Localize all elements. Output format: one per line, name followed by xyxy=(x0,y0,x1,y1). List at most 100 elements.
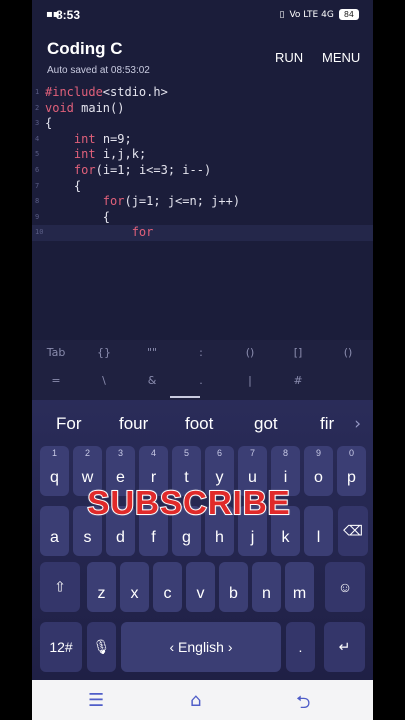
symbol-key[interactable]: {} xyxy=(90,346,118,359)
autosave-status: Auto saved at 08:53:02 xyxy=(47,65,150,76)
code-line[interactable]: 4 int n=9; xyxy=(32,132,373,148)
key-c[interactable]: c xyxy=(153,562,182,612)
key-hint: 8 xyxy=(282,448,288,458)
symbol-key[interactable]: "" xyxy=(138,346,166,359)
chevron-right-icon: › xyxy=(227,639,233,655)
line-number: 1 xyxy=(35,88,40,96)
status-bar: ▪▪ 8:53 ▯ Vo LTE 4G 84 xyxy=(32,0,373,30)
code-line[interactable]: 6 for(i=1; i<=3; i--) xyxy=(32,163,373,179)
key-n[interactable]: n xyxy=(252,562,281,612)
suggestion[interactable]: four xyxy=(119,414,148,434)
key-p[interactable]: 0p xyxy=(337,446,366,496)
suggestion[interactable]: got xyxy=(254,414,278,434)
key-x[interactable]: x xyxy=(120,562,149,612)
code-line[interactable]: 9 { xyxy=(32,210,373,226)
suggestion[interactable]: fir xyxy=(320,414,334,434)
key-label: g xyxy=(182,529,191,546)
navigation-bar: ☰ ⌂ ⮌ xyxy=(32,680,373,720)
code-line[interactable]: 2 void main() xyxy=(32,101,373,117)
code-text: int n=9; xyxy=(73,131,132,146)
key-label: s xyxy=(83,529,92,546)
line-number: 9 xyxy=(35,212,40,221)
code-text: void main() xyxy=(45,100,125,115)
code-editor[interactable]: 1 #include<stdio.h> 2 void main() 3{4 int n=… xyxy=(32,84,373,340)
key-label: k xyxy=(281,529,290,546)
numbers-label: 12# xyxy=(49,639,73,655)
key-m[interactable]: m xyxy=(285,562,314,612)
line-number: 4 xyxy=(35,134,40,143)
line-number: 6 xyxy=(35,166,40,174)
emoji-key[interactable]: ☺ xyxy=(325,562,365,612)
key-b[interactable]: b xyxy=(219,562,248,612)
menu-button[interactable]: MENU xyxy=(322,50,360,65)
key-label: z xyxy=(97,585,106,602)
period-key[interactable]: . xyxy=(286,622,315,672)
key-hint: 7 xyxy=(249,448,255,458)
code-line[interactable]: 8 for(j=1; j<=n; j++) xyxy=(32,194,373,210)
network-label: Vo LTE 4G xyxy=(289,9,334,20)
key-label: c xyxy=(163,585,172,602)
suggestion[interactable]: foot xyxy=(185,414,213,434)
space-key[interactable]: ‹ English › xyxy=(121,622,281,672)
symbol-key[interactable]: | xyxy=(236,374,264,387)
key-label: j xyxy=(250,529,255,546)
home-icon[interactable]: ⌂ xyxy=(190,690,201,711)
code-text: { xyxy=(45,116,53,131)
key-v[interactable]: v xyxy=(186,562,215,612)
symbol-key[interactable]: # xyxy=(284,374,312,387)
key-hint: 3 xyxy=(117,448,123,458)
line-number: 5 xyxy=(35,150,40,159)
numbers-key[interactable]: 12# xyxy=(40,622,82,672)
suggestion[interactable]: For xyxy=(56,414,82,434)
key-hint: 4 xyxy=(150,448,156,458)
key-hint: 6 xyxy=(216,448,222,458)
code-text: int i,j,k; xyxy=(73,147,147,162)
key-label: l xyxy=(316,529,321,546)
keyboard: For four foot got fir › 1q2w3e4r5t6y7u8i… xyxy=(32,400,373,680)
code-text: { xyxy=(45,209,111,224)
key-hint: 2 xyxy=(84,448,90,458)
symbol-key[interactable]: & xyxy=(138,374,166,387)
code-line[interactable]: 10 for xyxy=(32,225,373,242)
symbol-key[interactable]: \ xyxy=(90,374,118,387)
symbol-key[interactable]: [] xyxy=(284,346,312,359)
shift-key[interactable]: ⇧ xyxy=(40,562,80,612)
key-label: f xyxy=(151,529,156,546)
menu-icon[interactable]: ☰ xyxy=(88,690,104,711)
subscribe-overlay: SUBSCRIBE xyxy=(86,483,291,522)
key-hint: 5 xyxy=(183,448,189,458)
key-label: v xyxy=(196,585,205,602)
code-line[interactable]: 7 { xyxy=(32,179,373,195)
code-line[interactable]: 5 int i,j,k; xyxy=(32,147,373,163)
code-line[interactable]: 3{ xyxy=(32,116,373,132)
period-label: . xyxy=(298,639,303,655)
key-z[interactable]: z xyxy=(87,562,116,612)
symbol-page-indicator xyxy=(170,396,200,398)
shift-icon: ⇧ xyxy=(54,578,66,595)
symbol-key[interactable]: : xyxy=(187,346,215,359)
symbol-key[interactable]: Tab xyxy=(42,346,70,359)
chevron-right-icon[interactable]: › xyxy=(354,414,361,434)
space-label: ‹ English › xyxy=(121,639,281,655)
key-label: n xyxy=(262,585,271,602)
key-label: x xyxy=(130,585,139,602)
run-button[interactable]: RUN xyxy=(275,50,303,65)
enter-key[interactable]: ↵ xyxy=(324,622,365,672)
status-time: 8:53 xyxy=(56,8,81,22)
key-label: a xyxy=(50,529,59,546)
enter-icon: ↵ xyxy=(338,638,351,655)
comma-key[interactable]: 🎙 xyxy=(87,622,116,672)
symbol-key[interactable]: . xyxy=(187,374,215,387)
symbol-key[interactable]: = xyxy=(42,374,70,387)
symbol-key[interactable]: () xyxy=(236,346,264,359)
code-line[interactable]: 1 #include<stdio.h> xyxy=(32,85,373,101)
back-icon[interactable]: ⮌ xyxy=(296,690,310,720)
chevron-left-icon: ‹ xyxy=(169,639,175,655)
line-number: 8 xyxy=(35,197,40,206)
vibrate-icon: ▯ xyxy=(279,9,285,20)
code-text: for xyxy=(131,225,154,240)
key-label: d xyxy=(116,529,125,546)
backspace-key[interactable]: ⌫ xyxy=(338,506,368,556)
phone-screen: ▪▪ 8:53 ▯ Vo LTE 4G 84 Coding C Auto sav… xyxy=(32,0,373,720)
symbol-key[interactable]: () xyxy=(334,346,362,359)
